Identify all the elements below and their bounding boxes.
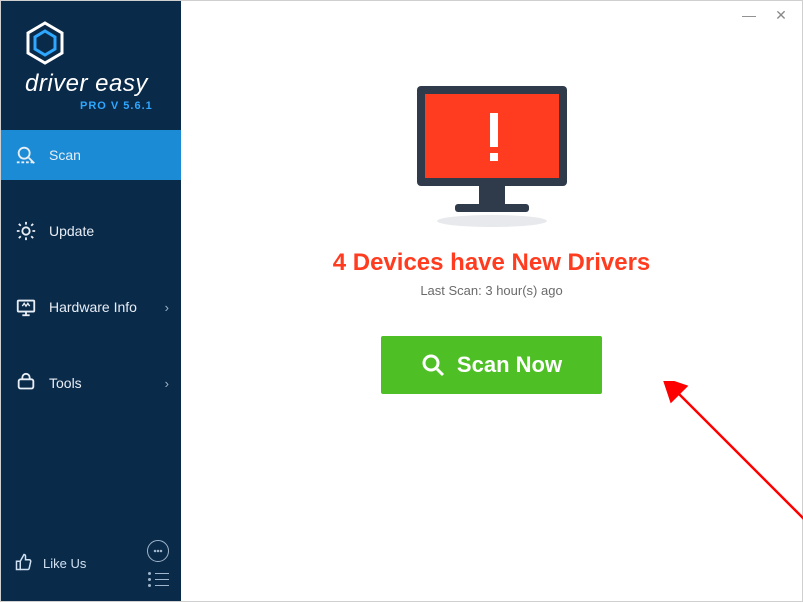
thumbs-up-icon (15, 553, 33, 574)
sidebar: driver easy PRO V 5.6.1 Scan (1, 1, 181, 601)
scan-icon (15, 144, 37, 166)
content-area: 4 Devices have New Drivers Last Scan: 3 … (181, 29, 802, 601)
update-icon (15, 220, 37, 242)
chevron-right-icon: › (165, 376, 169, 391)
sidebar-item-tools[interactable]: Tools › (1, 358, 181, 408)
status-headline: 4 Devices have New Drivers (333, 249, 651, 277)
sidebar-item-label: Hardware Info (49, 299, 137, 315)
brand-block: driver easy PRO V 5.6.1 (1, 1, 181, 124)
close-button[interactable]: ✕ (768, 4, 794, 26)
titlebar: — ✕ (181, 1, 802, 29)
chevron-right-icon: › (165, 300, 169, 315)
brand-name: driver easy (25, 70, 181, 98)
main-panel: — ✕ 4 Devices have New Drivers Last Scan… (181, 1, 802, 601)
scan-now-label: Scan Now (457, 352, 562, 378)
minimize-button[interactable]: — (736, 4, 762, 26)
brand-version: PRO V 5.6.1 (80, 100, 181, 112)
magnifier-icon (421, 353, 445, 377)
feedback-icon[interactable] (147, 540, 169, 562)
sidebar-item-hardware-info[interactable]: Hardware Info › (1, 282, 181, 332)
footer-right (147, 540, 169, 587)
brand-logo-icon (25, 21, 65, 70)
sidebar-item-label: Scan (49, 147, 81, 163)
app-root: driver easy PRO V 5.6.1 Scan (1, 1, 802, 601)
sidebar-item-label: Tools (49, 375, 82, 391)
sidebar-item-label: Update (49, 223, 94, 239)
brand-row (25, 21, 181, 70)
sidebar-footer: Like Us (1, 530, 181, 601)
tools-icon (15, 372, 37, 394)
hardware-info-icon (15, 296, 37, 318)
sidebar-nav: Scan Update (1, 130, 181, 530)
sidebar-item-scan[interactable]: Scan (1, 130, 181, 180)
menu-icon[interactable] (148, 572, 169, 587)
like-us-link[interactable]: Like Us (43, 556, 86, 571)
last-scan-label: Last Scan: 3 hour(s) ago (420, 283, 562, 298)
scan-now-button[interactable]: Scan Now (381, 336, 602, 394)
sidebar-item-update[interactable]: Update (1, 206, 181, 256)
alert-monitor-graphic (407, 81, 577, 231)
